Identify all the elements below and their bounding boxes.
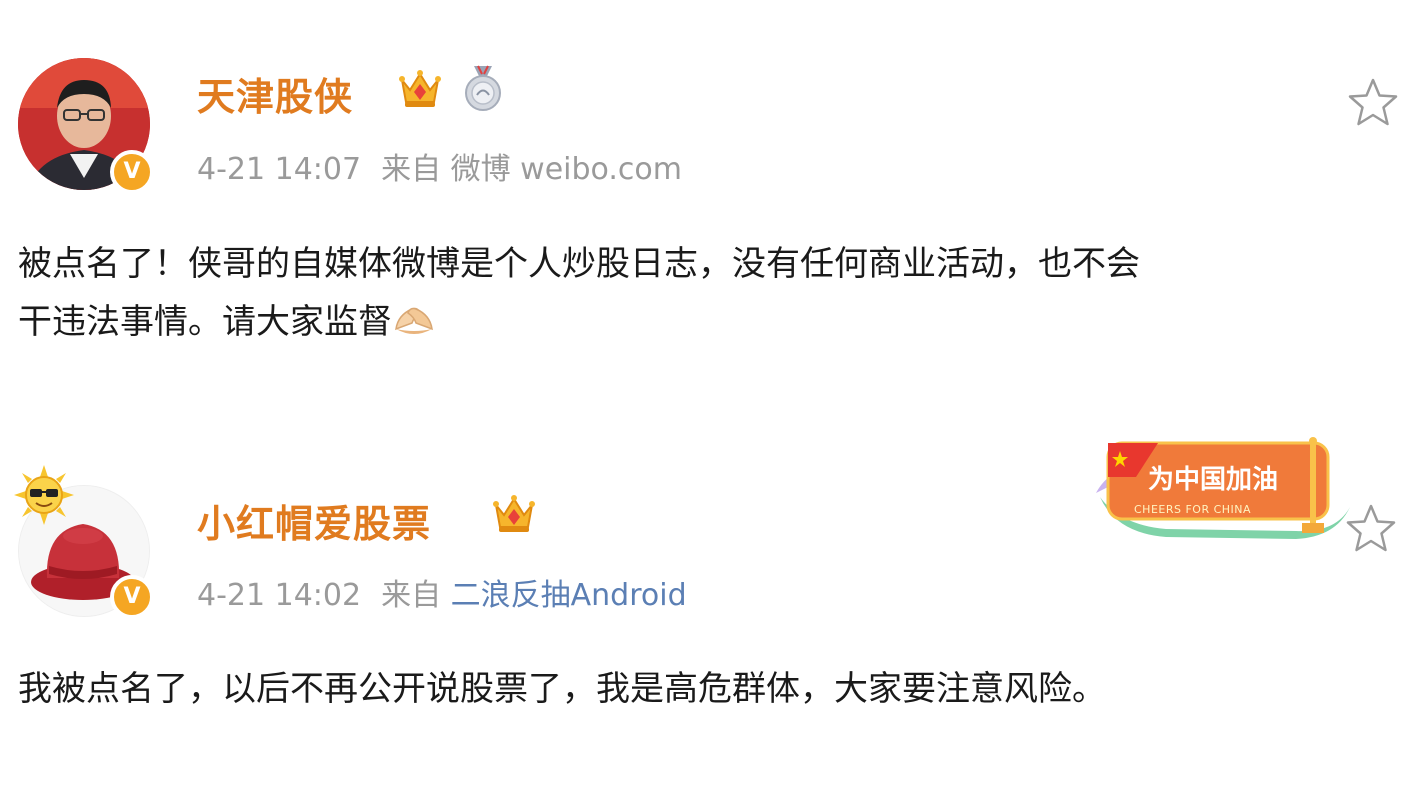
verified-badge: V	[110, 575, 154, 619]
source-prefix: 来自	[381, 578, 442, 613]
weibo-post: V 天津股侠 4-21 14:07 来自 微博 weibo.com 被点名了！侠哥	[0, 0, 1418, 395]
post-date: 4-21 14:02	[197, 578, 362, 613]
post-text-line: 被点名了！侠哥的自媒体微博是个人炒股日志，没有任何商业活动，也不会	[18, 244, 1140, 284]
star-outline-icon[interactable]	[1345, 75, 1401, 131]
banner-title: 为中国加油	[1148, 465, 1279, 495]
post-meta: 4-21 14:02 来自 二浪反抽Android	[197, 570, 687, 614]
author-name[interactable]: 小红帽爱股票	[197, 493, 431, 548]
medal-icon	[460, 64, 506, 112]
post-date: 4-21 14:07	[197, 152, 362, 187]
banner-subtitle: CHEERS FOR CHINA	[1134, 503, 1252, 516]
sunglasses-sun-icon	[12, 463, 76, 527]
source-prefix: 来自	[381, 152, 442, 187]
crown-icon	[396, 64, 444, 112]
star-outline-icon[interactable]	[1343, 501, 1399, 557]
post-text: 被点名了！侠哥的自媒体微博是个人炒股日志，没有任何商业活动，也不会 干违法事情。…	[18, 235, 1398, 351]
post-text-line-2: 干违法事情。请大家监督	[18, 293, 1398, 351]
post-source[interactable]: 二浪反抽Android	[451, 578, 687, 613]
post-text: 我被点名了，以后不再公开说股票了，我是高危群体，大家要注意风险。	[18, 660, 1398, 718]
post-meta: 4-21 14:07 来自 微博 weibo.com	[197, 144, 682, 188]
post-text-line: 我被点名了，以后不再公开说股票了，我是高危群体，大家要注意风险。	[18, 669, 1106, 709]
crown-icon	[490, 489, 538, 537]
author-name[interactable]: 天津股侠	[197, 66, 353, 121]
hands-emoji	[392, 299, 436, 339]
weibo-post: V 小红帽爱股票 4-21 14:02 来自 二浪反抽Android 为中国加油…	[0, 425, 1418, 790]
post-source[interactable]: 微博 weibo.com	[451, 152, 682, 187]
verified-badge: V	[110, 150, 154, 194]
cheers-for-china-banner: 为中国加油 CHEERS FOR CHINA	[1096, 437, 1354, 545]
